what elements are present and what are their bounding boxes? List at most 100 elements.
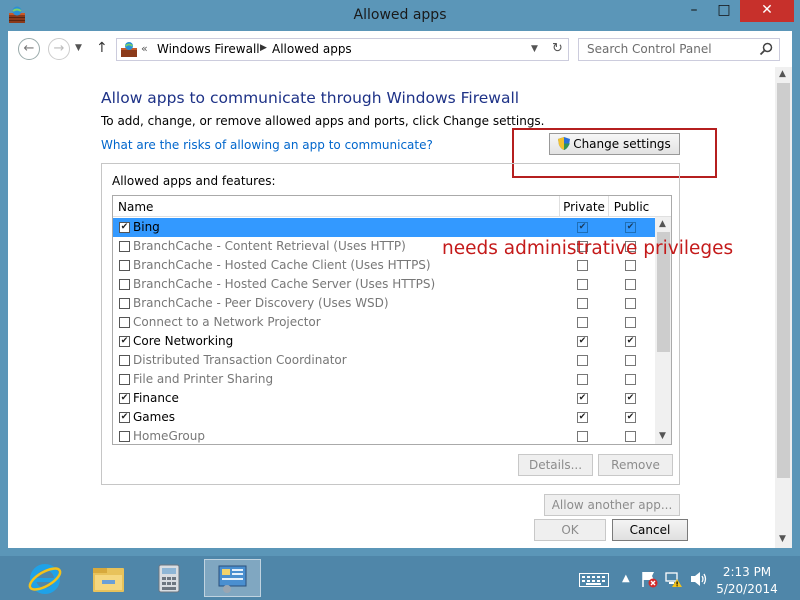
public-checkbox[interactable] (625, 374, 636, 385)
public-checkbox[interactable] (625, 355, 636, 366)
table-row[interactable]: ✔ Bing ✔ ✔ (113, 218, 655, 237)
private-checkbox[interactable] (577, 279, 588, 290)
app-name: File and Printer Sharing (133, 372, 274, 386)
allowed-apps-window: Allowed apps – □ ✕ ← → ▼ ↑ « Windows Fir… (0, 0, 800, 556)
public-checkbox[interactable] (625, 298, 636, 309)
private-checkbox[interactable]: ✔ (577, 393, 588, 404)
public-checkbox[interactable]: ✔ (625, 222, 636, 233)
search-input[interactable]: Search Control Panel (587, 42, 712, 56)
table-row[interactable]: ✔ Core Networking ✔ ✔ (113, 332, 655, 351)
window-scroll-thumb[interactable] (777, 83, 790, 478)
table-row[interactable]: Distributed Transaction Coordinator (113, 351, 655, 370)
window-scroll-up-icon[interactable]: ▲ (779, 69, 786, 79)
control-panel-icon (218, 565, 247, 593)
public-checkbox[interactable]: ✔ (625, 393, 636, 404)
window-scrollbar[interactable]: ▲ ▼ (775, 67, 792, 548)
breadcrumb-separator-icon[interactable]: ▶ (260, 43, 267, 53)
address-bar[interactable]: « Windows Firewall ▶ Allowed apps ▼ ↻ (116, 38, 569, 61)
volume-icon[interactable] (690, 571, 708, 587)
public-checkbox[interactable] (625, 260, 636, 271)
column-header-public[interactable]: Public (608, 196, 654, 217)
risks-link[interactable]: What are the risks of allowing an app to… (101, 138, 433, 152)
private-checkbox[interactable] (577, 298, 588, 309)
up-button[interactable]: ↑ (96, 40, 108, 56)
clock-time: 2:13 PM (722, 565, 772, 579)
maximize-button[interactable]: □ (709, 0, 739, 22)
public-checkbox[interactable]: ✔ (625, 336, 636, 347)
page-description: To add, change, or remove allowed apps a… (101, 114, 545, 128)
admin-privileges-annotation: needs administrative privileges (442, 238, 734, 259)
search-box[interactable]: Search Control Panel (578, 38, 780, 61)
address-dropdown-icon[interactable]: ▼ (531, 44, 538, 54)
app-name: Core Networking (133, 334, 234, 348)
minimize-button[interactable]: – (679, 0, 709, 22)
app-enabled-checkbox[interactable]: ✔ (119, 393, 130, 404)
forward-button[interactable]: → (48, 38, 70, 60)
table-row[interactable]: BranchCache - Peer Discovery (Uses WSD) (113, 294, 655, 313)
ok-button[interactable]: OK (534, 519, 606, 541)
remove-button[interactable]: Remove (598, 454, 673, 476)
close-button[interactable]: ✕ (740, 0, 794, 22)
taskbar: ▲ 2:13 PM 5/20/2014 (0, 556, 800, 600)
table-row[interactable]: HomeGroup (113, 427, 655, 444)
public-checkbox[interactable] (625, 317, 636, 328)
show-hidden-icons-icon[interactable]: ▲ (622, 573, 630, 584)
table-row[interactable]: File and Printer Sharing (113, 370, 655, 389)
public-checkbox[interactable] (625, 431, 636, 442)
calculator-taskbar-button[interactable] (141, 559, 198, 597)
action-center-flag-icon[interactable] (640, 570, 658, 588)
app-enabled-checkbox[interactable] (119, 279, 130, 290)
column-header-private[interactable]: Private (559, 196, 608, 217)
back-button[interactable]: ← (18, 38, 40, 60)
scroll-down-icon[interactable]: ▼ (659, 431, 666, 441)
app-enabled-checkbox[interactable]: ✔ (119, 336, 130, 347)
table-row[interactable]: ✔ Games ✔ ✔ (113, 408, 655, 427)
column-header-name[interactable]: Name (118, 200, 153, 214)
app-enabled-checkbox[interactable] (119, 317, 130, 328)
window-scroll-down-icon[interactable]: ▼ (779, 534, 786, 544)
app-enabled-checkbox[interactable] (119, 374, 130, 385)
allow-another-app-button[interactable]: Allow another app... (544, 494, 680, 516)
title-bar[interactable]: Allowed apps – □ ✕ (0, 0, 800, 32)
app-enabled-checkbox[interactable]: ✔ (119, 412, 130, 423)
search-icon[interactable] (759, 42, 773, 56)
private-checkbox[interactable]: ✔ (577, 222, 588, 233)
private-checkbox[interactable] (577, 374, 588, 385)
app-name: BranchCache - Hosted Cache Client (Uses … (133, 258, 431, 272)
app-enabled-checkbox[interactable] (119, 355, 130, 366)
table-row[interactable]: BranchCache - Hosted Cache Server (Uses … (113, 275, 655, 294)
app-enabled-checkbox[interactable] (119, 431, 130, 442)
calculator-icon (158, 564, 180, 593)
internet-explorer-icon (28, 564, 62, 594)
table-row[interactable]: ✔ Finance ✔ ✔ (113, 389, 655, 408)
network-icon[interactable] (665, 570, 683, 588)
private-checkbox[interactable] (577, 260, 588, 271)
app-enabled-checkbox[interactable] (119, 298, 130, 309)
allowed-apps-label: Allowed apps and features: (112, 174, 276, 188)
breadcrumb-windows-firewall[interactable]: Windows Firewall (157, 42, 260, 56)
breadcrumb-allowed-apps[interactable]: Allowed apps (272, 42, 352, 56)
control-panel-taskbar-button[interactable] (204, 559, 261, 597)
internet-explorer-taskbar-button[interactable] (17, 559, 74, 597)
allowed-apps-list[interactable]: Name Private Public ✔ Bing ✔ ✔ BranchCache -… (112, 195, 672, 445)
scroll-up-icon[interactable]: ▲ (659, 219, 666, 229)
cancel-button[interactable]: Cancel (612, 519, 688, 541)
app-enabled-checkbox[interactable] (119, 260, 130, 271)
window-client-area: ← → ▼ ↑ « Windows Firewall ▶ Allowed app… (8, 31, 792, 548)
app-enabled-checkbox[interactable] (119, 241, 130, 252)
private-checkbox[interactable] (577, 431, 588, 442)
app-enabled-checkbox[interactable]: ✔ (119, 222, 130, 233)
private-checkbox[interactable]: ✔ (577, 336, 588, 347)
private-checkbox[interactable] (577, 355, 588, 366)
breadcrumb-overflow[interactable]: « (141, 42, 148, 55)
recent-locations-chevron-icon[interactable]: ▼ (75, 43, 82, 53)
public-checkbox[interactable]: ✔ (625, 412, 636, 423)
touch-keyboard-icon[interactable] (579, 573, 609, 587)
table-row[interactable]: Connect to a Network Projector (113, 313, 655, 332)
details-button[interactable]: Details... (518, 454, 593, 476)
private-checkbox[interactable] (577, 317, 588, 328)
private-checkbox[interactable]: ✔ (577, 412, 588, 423)
public-checkbox[interactable] (625, 279, 636, 290)
refresh-button[interactable]: ↻ (552, 41, 563, 56)
file-explorer-taskbar-button[interactable] (80, 559, 137, 597)
